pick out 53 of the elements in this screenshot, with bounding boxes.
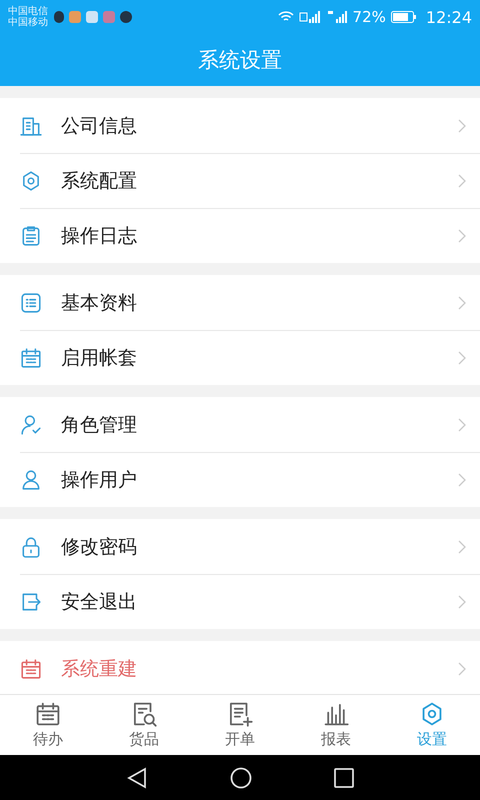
settings-item[interactable]: 启用帐套 xyxy=(0,330,480,385)
app-icon xyxy=(54,11,64,23)
chevron-icon xyxy=(458,662,466,676)
settings-item[interactable]: 操作日志 xyxy=(0,208,480,263)
chevron-icon xyxy=(458,296,466,310)
back-icon[interactable] xyxy=(126,766,148,788)
user-icon xyxy=(20,468,42,490)
lock-icon xyxy=(20,536,42,558)
settings-item[interactable]: 基本资料 xyxy=(0,275,480,330)
tab[interactable]: 待办 xyxy=(0,695,96,755)
settings-item[interactable]: 安全退出 xyxy=(0,574,480,629)
exit-icon xyxy=(20,590,42,612)
wifi-icon xyxy=(278,11,294,23)
carrier-text: 中国移动 xyxy=(8,17,48,28)
chevron-icon xyxy=(458,174,466,188)
carrier-text: 中国电信 xyxy=(8,6,48,17)
tab[interactable]: 货品 xyxy=(96,695,192,755)
battery-icon xyxy=(390,11,417,23)
recents-icon[interactable] xyxy=(334,768,354,788)
calendar-icon xyxy=(35,701,61,727)
chevron-icon xyxy=(458,228,466,242)
clock-text: 12:24 xyxy=(426,8,472,26)
app-icon xyxy=(103,11,115,23)
signal-icon xyxy=(298,11,321,23)
tab[interactable]: 开单 xyxy=(192,695,288,755)
user-check-icon xyxy=(20,414,42,436)
settings-item[interactable]: 角色管理 xyxy=(0,397,480,452)
settings-icon xyxy=(20,170,42,192)
tab[interactable]: 报表 xyxy=(288,695,384,755)
calendar-icon xyxy=(20,658,42,680)
page-title: 系统设置 xyxy=(198,47,282,74)
home-icon[interactable] xyxy=(230,766,252,788)
settings-item[interactable]: 操作用户 xyxy=(0,452,480,507)
settings-item[interactable]: 修改密码 xyxy=(0,519,480,574)
battery-text: 72% xyxy=(352,8,386,26)
chevron-icon xyxy=(458,418,466,432)
chevron-icon xyxy=(458,118,466,132)
settings-item[interactable]: 公司信息 xyxy=(0,98,480,153)
document-plus-icon xyxy=(227,701,253,727)
document-search-icon xyxy=(131,701,157,727)
settings-item[interactable]: 系统配置 xyxy=(0,153,480,208)
chevron-icon xyxy=(458,350,466,364)
building-icon xyxy=(20,114,42,136)
chevron-icon xyxy=(458,472,466,486)
chevron-icon xyxy=(458,594,466,608)
bar-chart-icon xyxy=(323,701,349,727)
chevron-icon xyxy=(458,540,466,554)
app-icon xyxy=(69,11,81,23)
signal-icon xyxy=(326,11,348,23)
list-icon xyxy=(20,292,42,314)
clipboard-icon xyxy=(20,224,42,246)
calendar-icon xyxy=(20,346,42,368)
app-icon xyxy=(86,11,98,23)
